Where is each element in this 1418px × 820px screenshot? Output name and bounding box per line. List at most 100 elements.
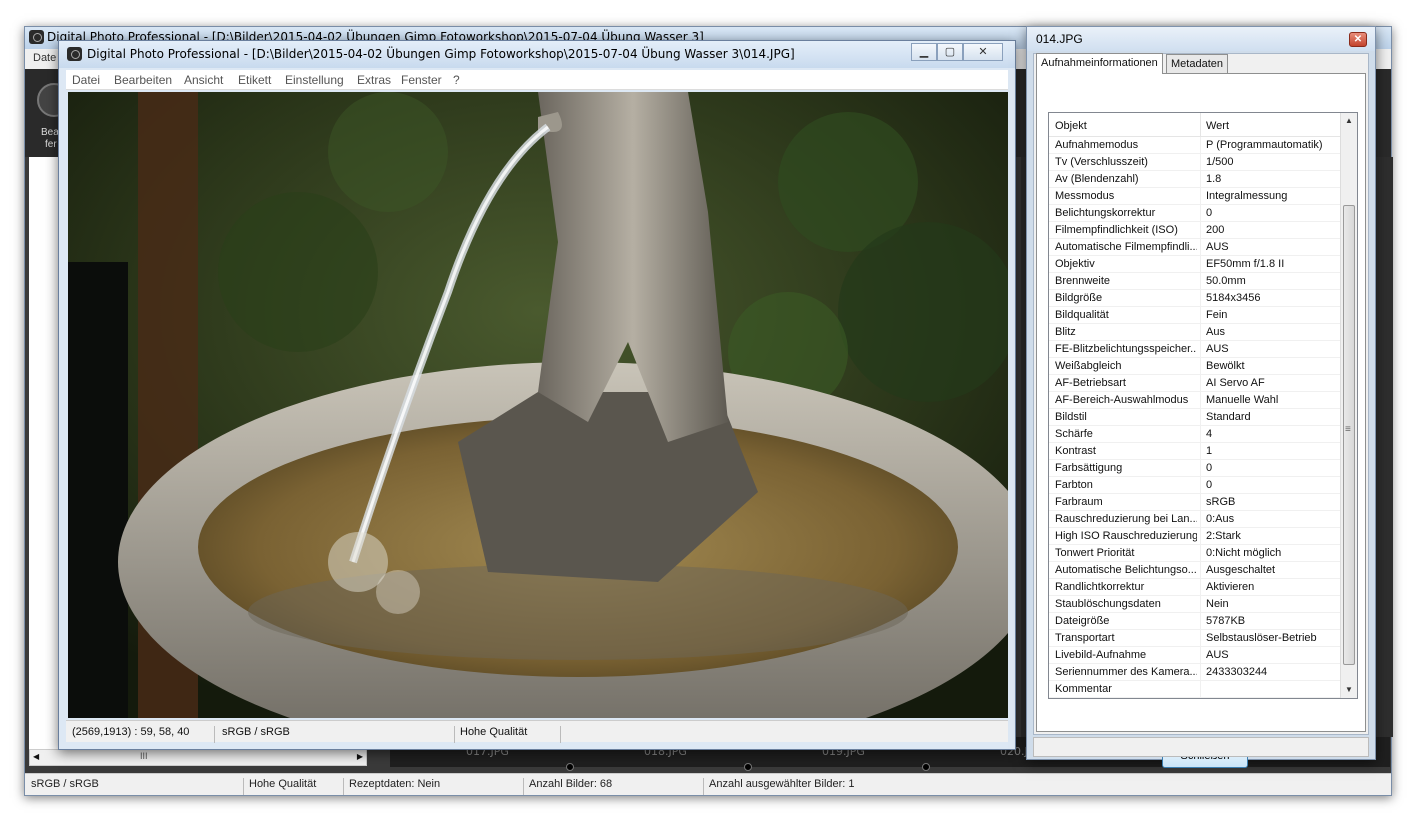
status-selected-count: Anzahl ausgewählter Bilder: 1: [709, 778, 855, 790]
table-row[interactable]: High ISO Rauschreduzierung 2:Stark: [1049, 528, 1341, 545]
table-row[interactable]: Farbton 0: [1049, 477, 1341, 494]
table-row[interactable]: Objektiv EF50mm f/1.8 II: [1049, 256, 1341, 273]
table-row[interactable]: Weißabgleich Bewölkt: [1049, 358, 1341, 375]
row-key: AF-Betriebsart: [1055, 377, 1126, 389]
row-key: Aufnahmemodus: [1055, 139, 1139, 151]
list-rows: Aufnahmemodus P (Programmautomatik) Tv (Ve…: [1049, 137, 1341, 698]
row-key: Belichtungskorrektur: [1055, 207, 1156, 219]
table-row[interactable]: Staublöschungsdaten Nein: [1049, 596, 1341, 613]
row-key: Livebild-Aufnahme: [1055, 649, 1147, 661]
table-row[interactable]: Messmodus Integralmessung: [1049, 188, 1341, 205]
table-row[interactable]: Bildstil Standard: [1049, 409, 1341, 426]
status-color-space: sRGB / sRGB: [222, 726, 290, 738]
row-value: Standard: [1206, 411, 1251, 423]
scroll-thumb[interactable]: [1343, 205, 1355, 665]
dialog-title-bar[interactable]: 014.JPG ✕: [1027, 27, 1375, 51]
table-row[interactable]: Aufnahmemodus P (Programmautomatik): [1049, 137, 1341, 154]
image-window-title-bar[interactable]: Digital Photo Professional - [D:\Bilder\…: [59, 41, 1015, 68]
dialog-close-icon[interactable]: ✕: [1349, 32, 1367, 47]
app-icon: [29, 30, 44, 44]
table-row[interactable]: Blitz Aus: [1049, 324, 1341, 341]
fountain-photo-illustration: [68, 92, 1008, 718]
column-header-objekt[interactable]: Objekt: [1055, 120, 1087, 132]
status-recipe: Rezeptdaten: Nein: [349, 778, 441, 790]
menu-item-help[interactable]: ?: [453, 73, 460, 87]
tab-metadaten[interactable]: Metadaten: [1166, 54, 1228, 73]
table-row[interactable]: Automatische Belichtungso... Ausgeschalte…: [1049, 562, 1341, 579]
table-row[interactable]: Dateigröße 5787KB: [1049, 613, 1341, 630]
maximize-button[interactable]: ▢: [937, 43, 963, 61]
row-key: Randlichtkorrektur: [1055, 581, 1145, 593]
photo-fountain[interactable]: [68, 92, 1008, 718]
row-value: 1: [1206, 445, 1213, 457]
menu-item-einstellung[interactable]: Einstellung: [285, 73, 344, 87]
row-key: Bildstil: [1055, 411, 1087, 423]
table-row[interactable]: Filmempfindlichkeit (ISO) 200: [1049, 222, 1341, 239]
table-row[interactable]: AF-Bereich-Auswahlmodus Manuelle Wahl: [1049, 392, 1341, 409]
row-key: Messmodus: [1055, 190, 1115, 202]
table-row[interactable]: AF-Betriebsart AI Servo AF: [1049, 375, 1341, 392]
image-window-title: Digital Photo Professional - [D:\Bilder\…: [87, 47, 795, 61]
horizontal-scrollbar[interactable]: ◀ III ▶: [29, 749, 367, 766]
menu-item-fenster[interactable]: Fenster: [401, 73, 442, 87]
menu-item-extras[interactable]: Extras: [357, 73, 391, 87]
tab-aufnahmeinformationen[interactable]: Aufnahmeinformationen: [1036, 53, 1163, 74]
close-button[interactable]: ✕: [963, 43, 1003, 61]
table-row[interactable]: Transportart Selbstauslöser-Betrieb: [1049, 630, 1341, 647]
menu-item-datei-partial[interactable]: Date: [33, 52, 56, 64]
scroll-grip[interactable]: III: [140, 751, 148, 761]
row-key: Tonwert Priorität: [1055, 547, 1135, 559]
row-value: Manuelle Wahl: [1206, 394, 1279, 406]
column-header-wert[interactable]: Wert: [1206, 120, 1229, 132]
scroll-down-icon[interactable]: ▼: [1341, 682, 1357, 698]
table-row[interactable]: Belichtungskorrektur 0: [1049, 205, 1341, 222]
row-key: Staublöschungsdaten: [1055, 598, 1161, 610]
table-row[interactable]: FE-Blitzbelichtungsspeicher... AUS: [1049, 341, 1341, 358]
table-row[interactable]: Kommentar: [1049, 681, 1341, 698]
row-key: AF-Bereich-Auswahlmodus: [1055, 394, 1189, 406]
table-row[interactable]: Farbraum sRGB: [1049, 494, 1341, 511]
row-value: AUS: [1206, 343, 1229, 355]
status-image-count: Anzahl Bilder: 68: [529, 778, 613, 790]
row-value: 1.8: [1206, 173, 1222, 185]
table-row[interactable]: Tonwert Priorität 0:Nicht möglich: [1049, 545, 1341, 562]
image-window-menubar: Datei Bearbeiten Ansicht Etikett Einstel…: [66, 70, 1008, 90]
table-row[interactable]: Bildqualität Fein: [1049, 307, 1341, 324]
row-key: Transportart: [1055, 632, 1115, 644]
row-key: Farbraum: [1055, 496, 1103, 508]
table-row[interactable]: Farbsättigung 0: [1049, 460, 1341, 477]
menu-item-bearbeiten[interactable]: Bearbeiten: [114, 73, 172, 87]
table-row[interactable]: Randlichtkorrektur Aktivieren: [1049, 579, 1341, 596]
table-row[interactable]: Tv (Verschlusszeit) 1/500: [1049, 154, 1341, 171]
row-value: P (Programmautomatik): [1206, 139, 1323, 151]
menu-item-etikett[interactable]: Etikett: [238, 73, 271, 87]
table-row[interactable]: Brennweite 50.0mm: [1049, 273, 1341, 290]
row-value: AUS: [1206, 649, 1229, 661]
list-vertical-scrollbar[interactable]: ▲ ▼: [1340, 113, 1357, 698]
scroll-right-icon[interactable]: ▶: [357, 752, 363, 761]
row-key: Tv (Verschlusszeit): [1055, 156, 1148, 168]
shooting-info-list[interactable]: Objekt Wert Aufnahmemodus P (Programmauto…: [1048, 112, 1358, 699]
table-row[interactable]: Schärfe 4: [1049, 426, 1341, 443]
table-row[interactable]: Av (Blendenzahl) 1.8: [1049, 171, 1341, 188]
table-row[interactable]: Automatische Filmempfindli... AUS: [1049, 239, 1341, 256]
toolbar-label-partial-2: fer: [45, 139, 57, 150]
table-row[interactable]: Seriennummer des Kamera... 2433303244: [1049, 664, 1341, 681]
image-window-status-bar: (2569,1913) : 59, 58, 40 sRGB / sRGB Hoh…: [66, 720, 1008, 743]
row-value: 4: [1206, 428, 1213, 440]
menu-item-datei[interactable]: Datei: [72, 73, 100, 87]
table-row[interactable]: Kontrast 1: [1049, 443, 1341, 460]
table-row[interactable]: Livebild-Aufnahme AUS: [1049, 647, 1341, 664]
scroll-up-icon[interactable]: ▲: [1341, 113, 1357, 129]
menu-item-ansicht[interactable]: Ansicht: [184, 73, 223, 87]
status-pixel-info: (2569,1913) : 59, 58, 40: [72, 726, 190, 738]
row-key: Rauschreduzierung bei Lan...: [1055, 513, 1197, 525]
status-quality: Hohe Qualität: [460, 726, 528, 738]
row-value: 50.0mm: [1206, 275, 1246, 287]
row-key: Dateigröße: [1055, 615, 1110, 627]
row-key: High ISO Rauschreduzierung: [1055, 530, 1197, 542]
minimize-button[interactable]: ▁: [911, 43, 937, 61]
table-row[interactable]: Bildgröße 5184x3456: [1049, 290, 1341, 307]
scroll-left-icon[interactable]: ◀: [33, 752, 39, 761]
table-row[interactable]: Rauschreduzierung bei Lan... 0:Aus: [1049, 511, 1341, 528]
